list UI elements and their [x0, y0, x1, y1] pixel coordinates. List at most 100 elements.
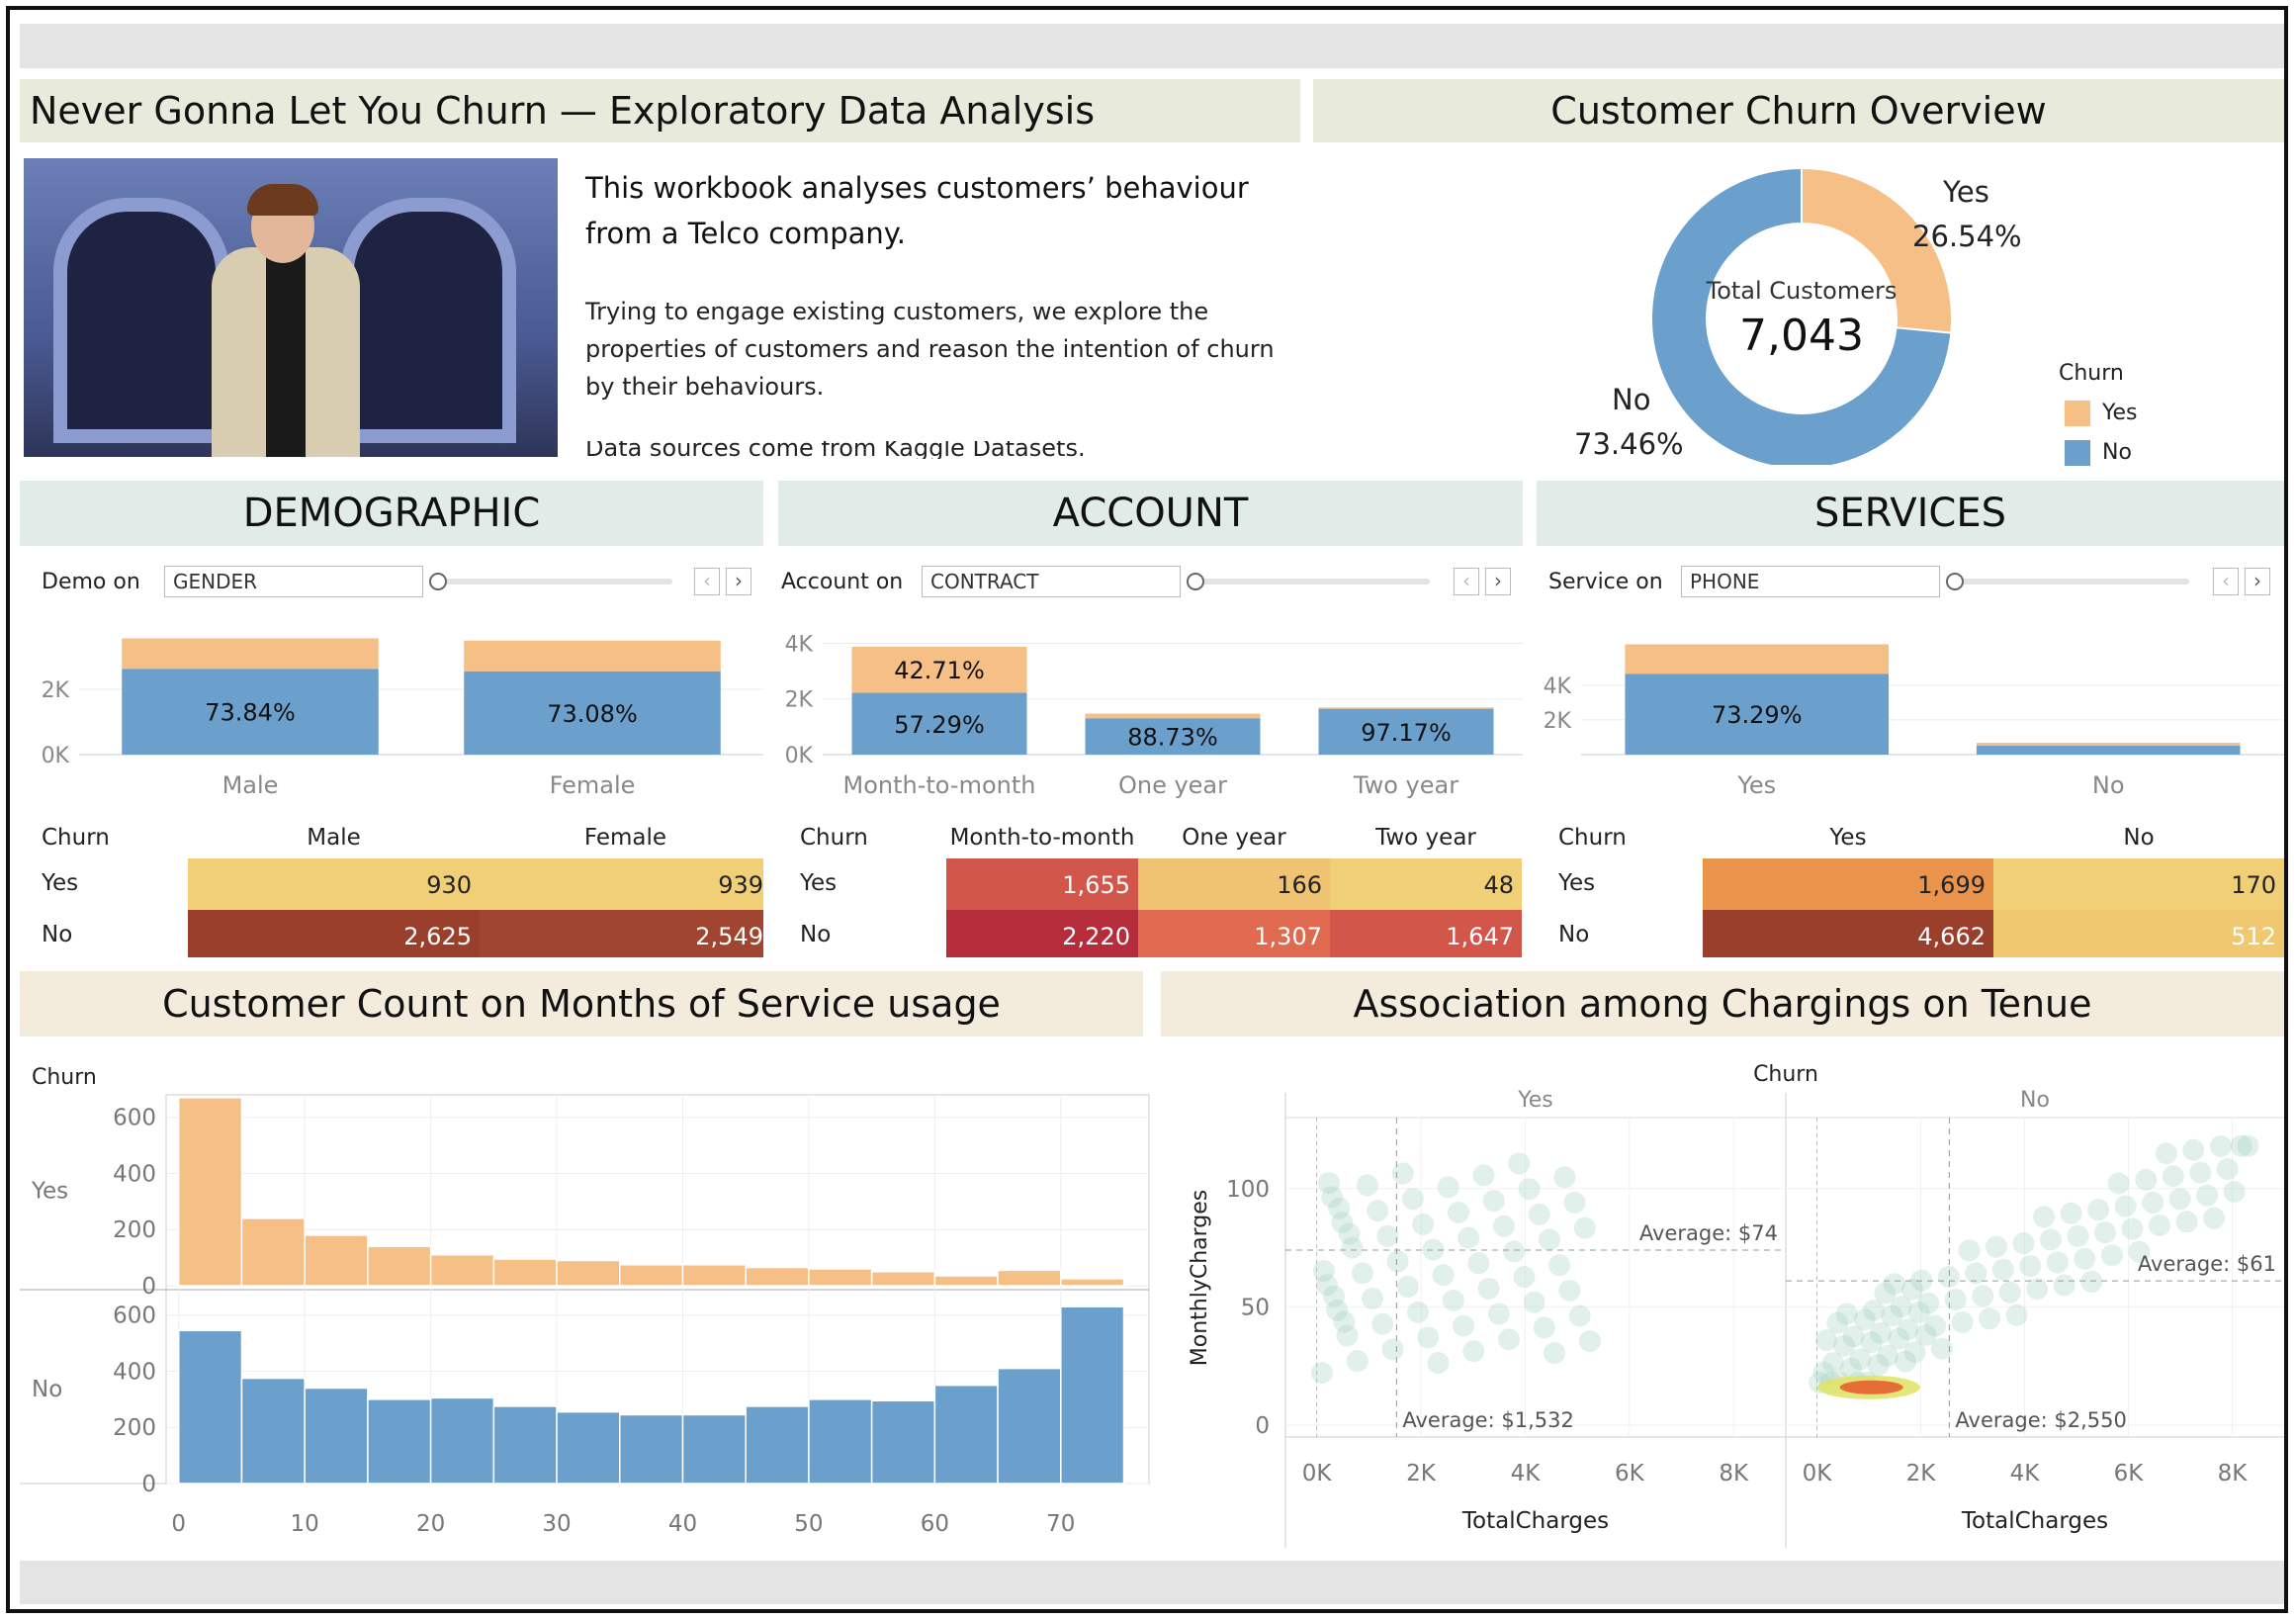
account-prev-button[interactable]: ‹ — [1454, 568, 1479, 595]
account-table-row-yes: Yes — [799, 870, 837, 896]
overview-title: Customer Churn Overview — [1550, 89, 2047, 133]
scatter-point — [2189, 1161, 2212, 1184]
scatter-point — [1888, 1327, 1910, 1350]
table-cell-value: 939 — [718, 871, 763, 899]
bar-y-tick: 2K — [785, 688, 814, 713]
services-slider-track[interactable] — [1952, 579, 2189, 585]
scatter-point — [1338, 1222, 1361, 1245]
arch-left — [53, 198, 229, 443]
scatter-y-tick: 100 — [1226, 1177, 1270, 1203]
demo-prev-button[interactable]: ‹ — [694, 568, 720, 595]
services-parameter-input[interactable] — [1681, 566, 1940, 597]
scatter-point — [1310, 1362, 1333, 1385]
scatter-point — [1979, 1307, 2001, 1330]
scatter-point — [1386, 1250, 1409, 1273]
hist-y-tick: 600 — [113, 1304, 156, 1329]
bar-x-tick: Female — [550, 771, 636, 799]
demographic-title: DEMOGRAPHIC — [242, 491, 541, 536]
account-slider-knob[interactable] — [1187, 573, 1204, 590]
account-title: ACCOUNT — [1052, 491, 1249, 536]
services-title: SERVICES — [1813, 491, 2007, 536]
bar-yes-yes — [1625, 644, 1890, 675]
scatter-point — [2155, 1142, 2177, 1165]
top-bar — [20, 24, 2284, 68]
scatter-panel-label-yes: Yes — [1517, 1088, 1553, 1113]
hist-bar-yes — [745, 1266, 810, 1287]
scatter-point — [2168, 1188, 2191, 1211]
intro-body-4: Data sources come from Kaggle Datasets. — [585, 441, 1086, 459]
arch-right — [340, 198, 516, 443]
bar-x-tick: Two year — [1353, 771, 1458, 799]
scatter-point — [1860, 1331, 1883, 1354]
account-parameter-input[interactable] — [922, 566, 1181, 597]
table-cell-value: 1,699 — [1917, 871, 1986, 899]
scatter-point — [1568, 1305, 1591, 1327]
services-control-label: Service on — [1548, 570, 1663, 594]
scatter-point — [1558, 1279, 1581, 1302]
bar-yes-label: 42.71% — [894, 657, 985, 684]
scatter-point — [2087, 1199, 2110, 1221]
scatter-x-tick: 8K — [1719, 1461, 1749, 1486]
demo-slider-knob[interactable] — [429, 573, 447, 590]
scatter-point — [1853, 1308, 1876, 1331]
scatter-point — [1518, 1178, 1541, 1201]
scatter-x-tick: 4K — [2010, 1461, 2041, 1486]
scatter-point — [1573, 1216, 1596, 1239]
intro-body-2: properties of customers and reason the i… — [585, 335, 1275, 363]
bar-no-label: 57.29% — [894, 711, 985, 739]
services-next-button[interactable]: › — [2245, 568, 2270, 595]
hist-bar-yes — [556, 1259, 621, 1287]
scatter-point — [2209, 1134, 2232, 1157]
scatter-point — [1523, 1291, 1545, 1313]
scatter-point — [1498, 1328, 1521, 1351]
hist-bar-no — [1060, 1305, 1125, 1485]
intro-body-1: Trying to engage existing customers, we … — [585, 298, 1209, 325]
hist-y-tick: 0 — [141, 1472, 156, 1497]
scatter-point — [1356, 1174, 1378, 1197]
tenure-histogram: Churn 0 10 20 30 40 50 60 70 Yes 0 200 400 600 No 0 200 4… — [20, 1065, 1150, 1537]
scatter-point — [1437, 1176, 1459, 1199]
hist-bar-no — [619, 1413, 684, 1485]
scatter-point — [1881, 1305, 1903, 1327]
legend-yes-swatch — [2065, 401, 2090, 426]
hist-x-tick: 50 — [794, 1511, 823, 1537]
hist-bar-yes — [492, 1258, 558, 1287]
hist-bar-yes — [681, 1263, 747, 1287]
hist-bar-no — [870, 1399, 936, 1485]
table-cell-value: 2,625 — [403, 923, 472, 950]
hist-bar-yes — [933, 1275, 999, 1287]
scatter-point — [1453, 1314, 1475, 1337]
hist-bar-no — [997, 1367, 1062, 1485]
demo-slider-track[interactable] — [435, 579, 672, 585]
services-prev-button[interactable]: ‹ — [2213, 568, 2239, 595]
scatter-point — [2175, 1211, 2198, 1233]
demo-parameter-input[interactable] — [164, 566, 423, 597]
scatter-point — [2223, 1181, 2246, 1204]
scatter-avg-monthly-label: Average: $61 — [2138, 1252, 2276, 1276]
services-header: SERVICES — [1537, 481, 2284, 546]
legend-no-swatch — [2065, 440, 2090, 466]
services-slider-knob[interactable] — [1946, 573, 1964, 590]
hist-x-tick: 0 — [171, 1511, 186, 1537]
table-cell-value: 4,662 — [1917, 923, 1986, 950]
scatter-x-tick: 6K — [2114, 1461, 2145, 1486]
scatter-point — [2162, 1165, 2184, 1188]
table-cell-value: 2,220 — [1062, 923, 1130, 950]
hist-bar-no — [177, 1329, 243, 1485]
scatter-point — [1548, 1254, 1571, 1277]
account-slider-track[interactable] — [1192, 579, 1430, 585]
scatter-point — [2135, 1168, 2158, 1191]
scatter-point — [1503, 1240, 1526, 1263]
hist-y-tick: 400 — [113, 1359, 156, 1385]
legend-title: Churn — [2059, 361, 2124, 386]
account-next-button[interactable]: › — [1485, 568, 1511, 595]
scatter-point — [1972, 1285, 1994, 1307]
demo-table-row-no: No — [42, 922, 72, 947]
scatter-point — [1826, 1311, 1849, 1334]
scatter-point — [1442, 1289, 1464, 1311]
scatter-avg-total-label: Average: $2,550 — [1955, 1408, 2126, 1432]
table-cell-value: 170 — [2231, 871, 2276, 899]
scatter-point — [1371, 1312, 1394, 1335]
demo-next-button[interactable]: › — [726, 568, 751, 595]
intro-heading-2: from a Telco company. — [585, 217, 907, 250]
